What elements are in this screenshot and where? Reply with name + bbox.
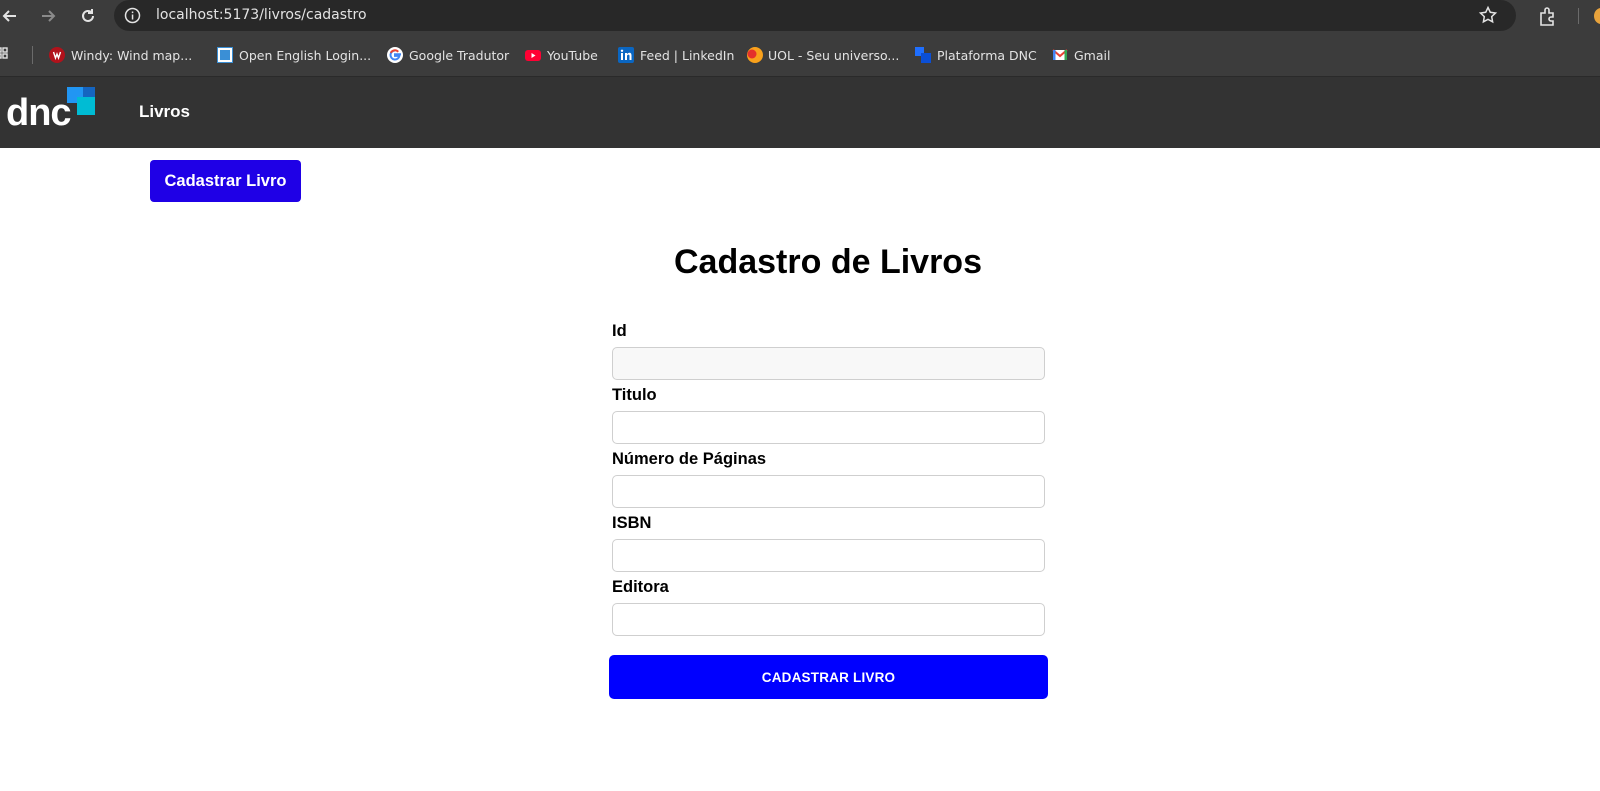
isbn-label: ISBN [612,514,652,532]
bookmark-star-icon[interactable] [1478,5,1498,25]
open-english-icon [217,47,233,63]
book-form: Id Titulo Número de Páginas ISBN Editora [612,318,1045,638]
bookmarks-divider [32,46,33,64]
id-field [612,347,1045,380]
editora-field[interactable] [612,603,1045,636]
bookmark-linkedin[interactable]: Feed | LinkedIn [618,45,734,65]
extensions-icon[interactable] [1537,5,1559,27]
submit-button[interactable]: CADASTRAR LIVRO [609,655,1048,699]
url-text[interactable]: localhost:5173/livros/cadastro [156,7,367,23]
numero-paginas-label: Número de Páginas [612,450,767,468]
bookmark-youtube[interactable]: YouTube [525,45,598,65]
bookmark-gmail[interactable]: Gmail [1052,45,1110,65]
youtube-icon [525,47,541,63]
bookmark-uol[interactable]: UOL - Seu universo... [746,45,899,65]
titulo-field[interactable] [612,411,1045,444]
site-info-icon[interactable] [124,7,141,24]
gmail-icon [1052,47,1068,63]
bookmark-open-english[interactable]: Open English Login... [217,45,371,65]
bookmark-windy[interactable]: Windy: Wind map... [49,45,192,65]
toolbar-divider [1578,8,1579,24]
address-bar[interactable]: localhost:5173/livros/cadastro [114,0,1516,31]
profile-avatar[interactable] [1594,8,1600,24]
nav-link-livros[interactable]: Livros [139,102,190,122]
back-icon[interactable] [0,4,22,28]
numero-paginas-field[interactable] [612,475,1045,508]
app-header: dnc Livros [0,77,1600,148]
dnc-icon [915,47,931,63]
id-label: Id [612,322,627,340]
bookmark-plataforma-dnc[interactable]: Plataforma DNC [915,45,1037,65]
linkedin-icon [618,47,634,63]
apps-grid-icon[interactable] [0,47,12,63]
page-title: Cadastro de Livros [674,243,982,281]
uol-icon [746,47,763,63]
bookmarks-bar: Windy: Wind map... Open English Login...… [0,33,1600,77]
dnc-logo[interactable]: dnc [6,87,96,133]
isbn-field[interactable] [612,539,1045,572]
cadastrar-livro-nav-button[interactable]: Cadastrar Livro [150,160,301,202]
editora-label: Editora [612,578,669,596]
bookmark-google-tradutor[interactable]: Google Tradutor [387,45,509,65]
reload-icon[interactable] [76,4,100,28]
forward-icon[interactable] [36,4,60,28]
google-icon [387,47,403,63]
windy-icon [49,47,65,63]
titulo-label: Titulo [612,386,657,404]
browser-toolbar: localhost:5173/livros/cadastro [0,0,1600,33]
